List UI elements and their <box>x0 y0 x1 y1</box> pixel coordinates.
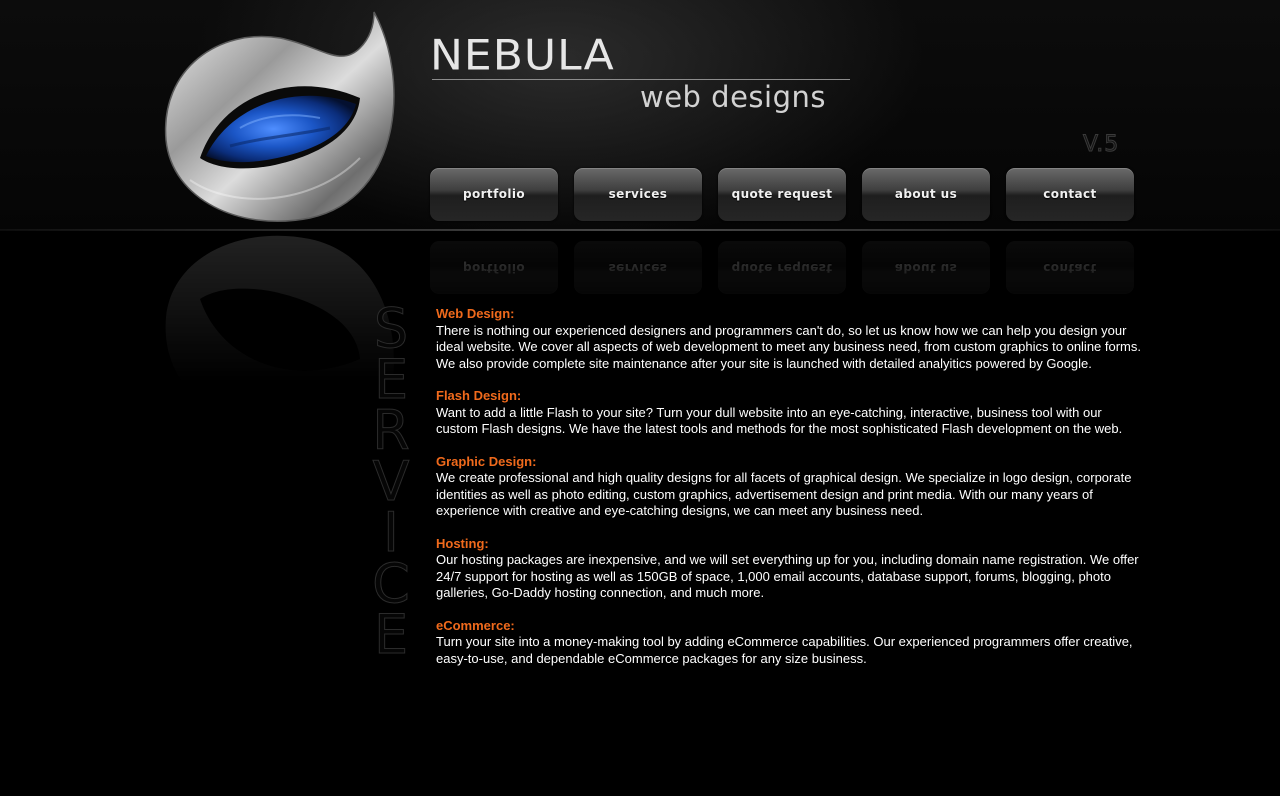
nav-services-button[interactable]: services <box>574 168 702 221</box>
nav-contact-button[interactable]: contact <box>1006 168 1134 221</box>
page: NEBULA web designs V.5 portfolio service… <box>0 0 1280 796</box>
nav-portfolio-label: portfolio <box>462 186 526 201</box>
nav-reflection-item: quote request <box>718 241 846 294</box>
nav-about-us-button[interactable]: about us <box>862 168 990 221</box>
section-title: Graphic Design: <box>436 453 537 469</box>
nav-about-us-label: about us <box>894 186 958 201</box>
section-body: There is nothing our experienced designe… <box>436 322 1142 371</box>
watermark-letter: E <box>373 603 409 666</box>
watermark-letter: S <box>373 297 409 360</box>
nav-reflection-item: contact <box>1006 241 1134 294</box>
nebula-eye-logo-icon[interactable] <box>160 8 410 223</box>
section-body: Want to add a little Flash to your site?… <box>436 404 1123 437</box>
nav-quote-request-button[interactable]: quote request <box>718 168 846 221</box>
main-nav: portfolio services quote request about u… <box>430 168 1140 221</box>
section-body: Our hosting packages are inexpensive, an… <box>436 552 1139 600</box>
nav-reflection-label: portfolio <box>462 261 526 276</box>
nav-portfolio-button[interactable]: portfolio <box>430 168 558 221</box>
section-title: Hosting: <box>436 535 489 551</box>
services-content: Web Design: There is nothing our experie… <box>436 306 1146 683</box>
nav-reflection-label: quote request <box>731 261 833 276</box>
section-graphic-design: Graphic Design: We create professional a… <box>436 454 1146 520</box>
section-web-design: Web Design: There is nothing our experie… <box>436 306 1146 372</box>
horizon-line <box>0 229 1280 231</box>
nav-reflection-item: about us <box>862 241 990 294</box>
watermark-letter: C <box>372 552 411 615</box>
section-title: eCommerce: <box>436 617 515 633</box>
watermark-letter: I <box>383 501 400 564</box>
nav-reflection-item: services <box>574 241 702 294</box>
watermark-letter: V <box>372 450 410 513</box>
section-body: We create professional and high quality … <box>436 470 1132 518</box>
watermark-letter: E <box>373 348 409 411</box>
section-ecommerce: eCommerce: Turn your site into a money-m… <box>436 618 1146 668</box>
version-label: V.5 <box>1082 132 1120 158</box>
section-title: Web Design: <box>436 306 515 321</box>
service-watermark: S E R V I C E <box>366 297 416 666</box>
watermark-letter: R <box>372 399 411 462</box>
nav-reflection-label: services <box>608 261 668 276</box>
nav-contact-label: contact <box>1043 186 1097 201</box>
nav-reflection: portfolio services quote request about u… <box>430 241 1140 294</box>
nav-quote-request-label: quote request <box>731 186 833 201</box>
nav-reflection-item: portfolio <box>430 241 558 294</box>
brand-name: NEBULA <box>430 31 615 80</box>
section-body: Turn your site into a money-making tool … <box>436 634 1133 666</box>
section-title: Flash Design: <box>436 388 522 403</box>
section-hosting: Hosting: Our hosting packages are inexpe… <box>436 536 1146 602</box>
nav-reflection-label: about us <box>894 261 958 276</box>
nav-reflection-label: contact <box>1043 261 1097 276</box>
section-flash-design: Flash Design: Want to add a little Flash… <box>436 388 1146 438</box>
brand-tagline: web designs <box>640 80 826 114</box>
nav-services-label: services <box>608 186 668 201</box>
